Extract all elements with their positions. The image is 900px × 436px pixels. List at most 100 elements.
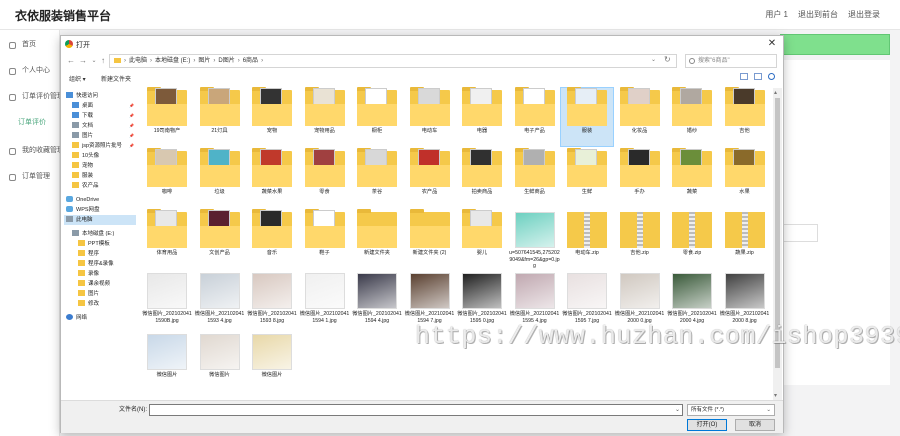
up-arrow-icon[interactable]: ↑	[97, 54, 109, 68]
help-icon[interactable]	[768, 73, 775, 80]
image-file-item[interactable]: 微信图片	[246, 332, 298, 390]
tree-item[interactable]: 此电脑	[64, 215, 136, 225]
folder-item[interactable]: 鞋子	[299, 209, 351, 268]
tree-item[interactable]: 农产品	[64, 181, 136, 191]
tree-item[interactable]: 程序&录像	[64, 259, 136, 269]
breadcrumb-drive-e[interactable]: 本地磁盘 (E:)	[155, 55, 190, 67]
filetype-select[interactable]: 所有文件 (*.*) ⌄	[687, 404, 775, 416]
sidebar-item[interactable]: 我的收藏管理	[0, 140, 60, 166]
sidebar-item[interactable]: 首页	[0, 34, 60, 60]
scroll-thumb[interactable]	[775, 98, 780, 368]
folder-item[interactable]: 蔬菜	[666, 148, 718, 207]
filename-dropdown-icon[interactable]: ⌄	[675, 405, 680, 415]
dialog-titlebar[interactable]: 打开 ✕	[61, 36, 783, 52]
sidebar-item[interactable]: 订单评价管理	[0, 86, 60, 112]
breadcrumb-this-pc[interactable]: 此电脑	[129, 55, 147, 67]
folder-item[interactable]: 21灯具	[194, 87, 246, 146]
zip-file-item[interactable]: 吉他.zip	[614, 210, 666, 268]
tree-item[interactable]: 下载 📌	[64, 111, 136, 121]
tree-item[interactable]: 本地磁盘 (E:)	[64, 229, 136, 239]
folder-item[interactable]: 手办	[614, 148, 666, 207]
close-icon[interactable]: ✕	[765, 37, 779, 51]
preview-pane-icon[interactable]	[754, 73, 762, 80]
image-file-item[interactable]: 微信图片_2021020411594 7.jpg	[404, 271, 456, 329]
zip-file-item[interactable]: 蔬果.zip	[719, 210, 771, 268]
tree-item[interactable]: 10头像	[64, 151, 136, 161]
zip-file-item[interactable]: 零食.zip	[666, 210, 718, 268]
view-mode-icon[interactable]	[740, 73, 748, 80]
cancel-button[interactable]: 取消	[735, 419, 775, 431]
folder-item[interactable]: 婴儿	[456, 209, 508, 268]
tree-item[interactable]: PPT模板	[64, 239, 136, 249]
zip-file-item[interactable]: 电动车.zip	[561, 210, 613, 268]
back-arrow-icon[interactable]: ←	[65, 54, 77, 68]
scroll-up-icon[interactable]: ▴	[774, 89, 777, 96]
filename-input[interactable]: ⌄	[149, 404, 683, 416]
folder-item[interactable]: 垃圾	[194, 148, 246, 207]
image-file-item[interactable]: u=507641545,2752029049&fm=26&gp=0.jpg	[509, 210, 561, 269]
folder-item[interactable]: 生鲜商品	[509, 148, 561, 207]
folder-item[interactable]: 农产品	[404, 148, 456, 207]
folder-item[interactable]: 电动车	[404, 87, 456, 146]
image-file-item[interactable]: 微信图片	[194, 332, 246, 390]
sidebar-item[interactable]: 订单评价	[0, 112, 60, 138]
folder-item[interactable]: 蔬菜水果	[246, 148, 298, 207]
tree-item[interactable]: 程序	[64, 249, 136, 259]
folder-item[interactable]: 19司南物产	[141, 87, 193, 146]
tree-item[interactable]: jsp资源照片批号 📌	[64, 141, 136, 151]
folder-item[interactable]: 体育用品	[141, 209, 193, 268]
folder-item[interactable]: 新建文件夹 (2)	[404, 209, 456, 268]
image-file-item[interactable]: 微信图片_2021020411594 1.jpg	[299, 271, 351, 329]
folder-item[interactable]: 新建文件夹	[351, 209, 403, 268]
tree-item[interactable]: 桌面 📌	[64, 101, 136, 111]
folder-item[interactable]: 咖啡	[141, 148, 193, 207]
folder-item[interactable]: 宠物	[246, 87, 298, 146]
breadcrumb-products[interactable]: 6商品	[243, 55, 258, 67]
sidebar-item[interactable]: 个人中心	[0, 60, 60, 86]
sidebar-item[interactable]: 订单管理	[0, 166, 60, 192]
breadcrumb-pictures[interactable]: 图片	[198, 55, 210, 67]
scroll-down-icon[interactable]: ▾	[774, 392, 777, 399]
tree-item[interactable]: 文档 📌	[64, 121, 136, 131]
folder-item[interactable]: 生鲜	[561, 148, 613, 207]
image-file-item[interactable]: 微信图片_2021020411595 7.jpg	[561, 271, 613, 329]
folder-item[interactable]: 化妆品	[614, 87, 666, 146]
image-file-item[interactable]: 微信图片_2021020411593 8.jpg	[246, 271, 298, 329]
folder-item[interactable]: 拍卖商品	[456, 148, 508, 207]
user-link[interactable]: 用户 1	[765, 9, 788, 20]
tree-item[interactable]: 宠物	[64, 161, 136, 171]
refresh-icon[interactable]: ↻	[664, 54, 671, 66]
open-button[interactable]: 打开(O)	[687, 419, 727, 431]
folder-item[interactable]: 婚纱	[666, 87, 718, 146]
logout-link[interactable]: 退出登录	[848, 9, 880, 20]
folder-item[interactable]: 宠物用品	[299, 87, 351, 146]
folder-item[interactable]: 水果	[719, 148, 771, 207]
image-file-item[interactable]: 微信图片_2021020411594 4.jpg	[351, 271, 403, 329]
image-file-item[interactable]: 微信图片	[141, 332, 193, 390]
search-input[interactable]: 搜索"6商品"	[685, 54, 777, 68]
tree-item[interactable]: 快速访问	[64, 91, 136, 101]
background-input[interactable]	[780, 224, 818, 242]
image-file-item[interactable]: 微信图片_2021020411595 0.jpg	[456, 271, 508, 329]
image-file-item[interactable]: 微信图片_2021020412000 8.jpg	[719, 271, 771, 329]
image-file-item[interactable]: 微信图片_2021020412000 4.jpg	[666, 271, 718, 329]
folder-item[interactable]: 音乐	[246, 209, 298, 268]
tree-item[interactable]: WPS网盘	[64, 205, 136, 215]
tree-item[interactable]: 课余视频	[64, 279, 136, 289]
vertical-scrollbar[interactable]: ▴ ▾	[773, 88, 782, 400]
folder-item[interactable]: 电器	[456, 87, 508, 146]
folder-item[interactable]: 电子产品	[509, 87, 561, 146]
tree-item[interactable]: 服装	[64, 171, 136, 181]
image-file-item[interactable]: 微信图片_2021020412000 0.jpg	[614, 271, 666, 329]
image-file-item[interactable]: 微信图片_2021020411595 4.jpg	[509, 271, 561, 329]
folder-item[interactable]: 吉他	[719, 87, 771, 146]
back-to-frontend-link[interactable]: 退出到前台	[798, 9, 838, 20]
tree-item[interactable]: 图片 📌	[64, 131, 136, 141]
folder-item[interactable]: 服装	[560, 87, 614, 147]
folder-item[interactable]: 文创产品	[194, 209, 246, 268]
organize-button[interactable]: 组织 ▾	[69, 74, 86, 83]
tree-item[interactable]: 网络	[64, 313, 136, 323]
breadcrumb-d-pictures[interactable]: D图片	[218, 55, 234, 67]
address-bar[interactable]: › 此电脑 › 本地磁盘 (E:) › 图片 › D图片 › 6商品 ›	[109, 54, 677, 68]
tree-item[interactable]: 录像	[64, 269, 136, 279]
